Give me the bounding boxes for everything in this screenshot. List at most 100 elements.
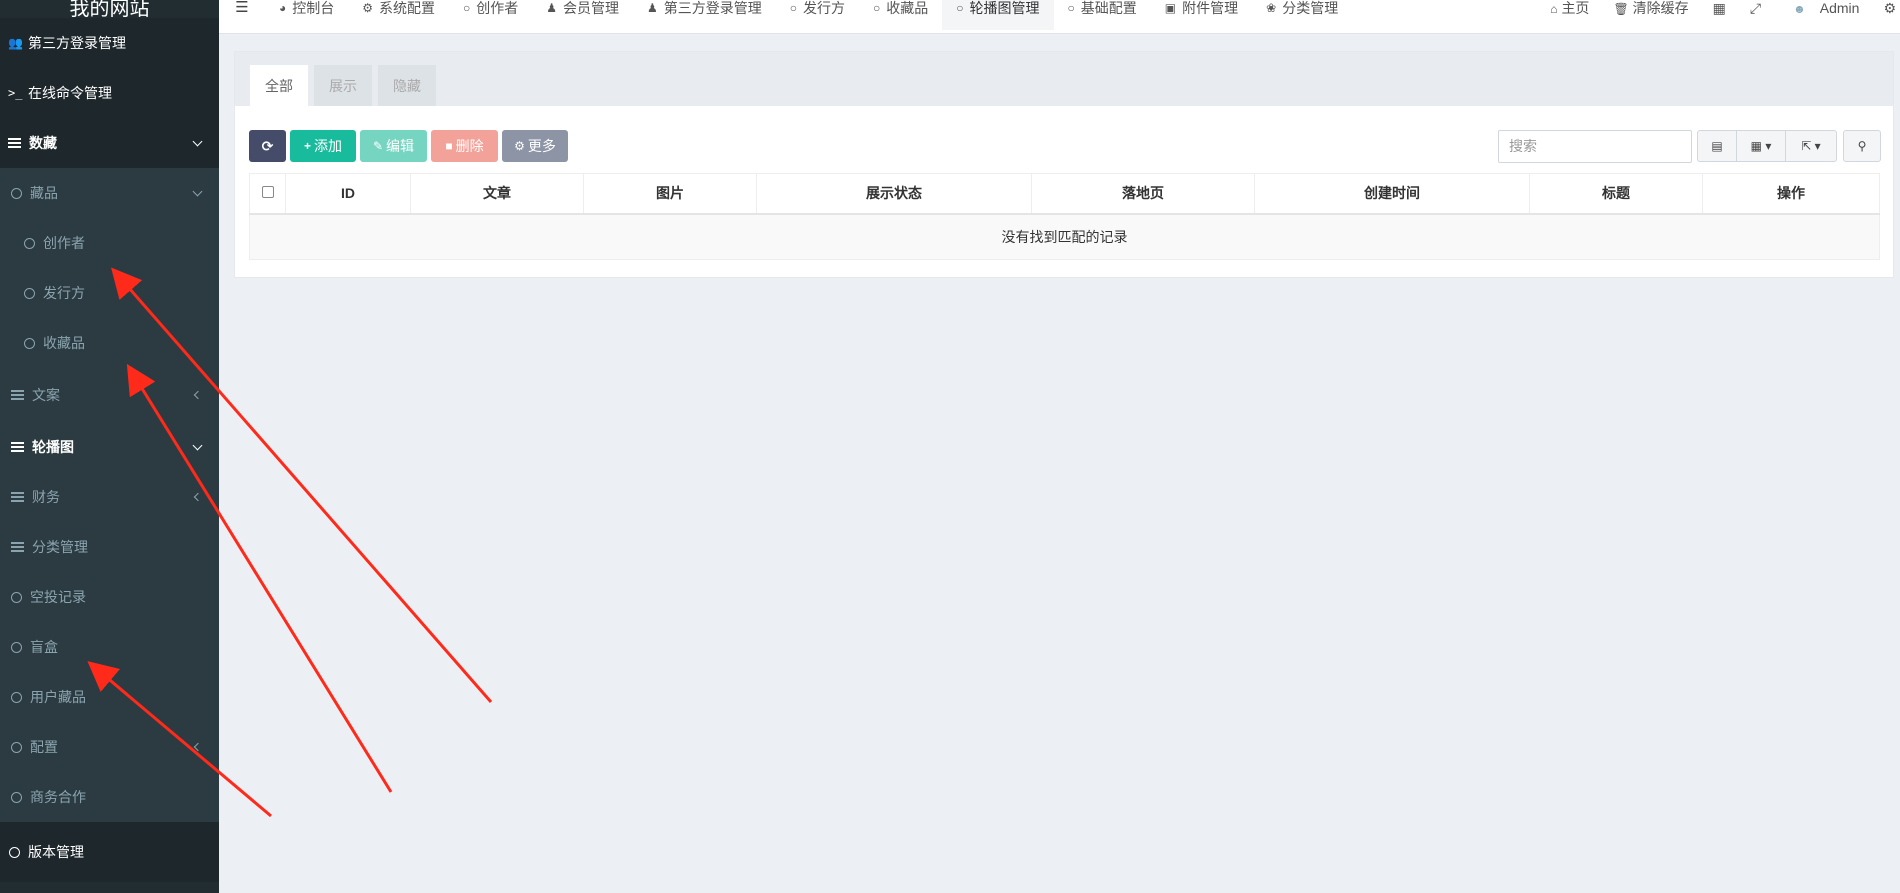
settings-gear-icon[interactable]: ⚙ bbox=[1871, 0, 1900, 16]
chevron-left-icon bbox=[195, 744, 201, 750]
add-button[interactable]: + 添加 bbox=[290, 130, 356, 162]
col-article[interactable]: 文章 bbox=[410, 173, 584, 215]
tab-third-party-login[interactable]: ♟ 第三方登录管理 bbox=[633, 0, 776, 30]
users-icon: ♟ bbox=[647, 0, 658, 15]
chevron-down-icon bbox=[194, 141, 201, 145]
list-icon bbox=[8, 138, 21, 148]
tab-member[interactable]: ♟ 会员管理 bbox=[532, 0, 633, 30]
user-menu[interactable]: ☻ Admin bbox=[1773, 0, 1871, 17]
tab-banner-management[interactable]: ○ 轮播图管理 bbox=[942, 0, 1054, 30]
tab-dashboard[interactable]: ◕ 控制台 bbox=[265, 0, 348, 30]
tab-all[interactable]: 全部 bbox=[250, 65, 308, 106]
circle-icon: ○ bbox=[873, 0, 881, 15]
sidebar-item-third-party-login[interactable]: 👥 第三方登录管理 bbox=[0, 18, 219, 68]
data-table: ID 文章 图片 展示状态 落地页 创建时间 标题 操作 没有找到匹配的记录 bbox=[249, 173, 1880, 260]
col-title[interactable]: 标题 bbox=[1529, 173, 1703, 215]
sidebar-item-creator[interactable]: 创作者 bbox=[0, 218, 219, 268]
fullscreen-icon[interactable]: ⤢ bbox=[1738, 0, 1773, 16]
search-icon[interactable]: ⚲ bbox=[1843, 130, 1881, 162]
sidebar-item-issuer[interactable]: 发行方 bbox=[0, 268, 219, 318]
sidebar-item-finance[interactable]: 财务 bbox=[0, 472, 219, 522]
gear-icon: ⚙ bbox=[362, 0, 374, 15]
sidebar-item-cangpin[interactable]: 藏品 bbox=[0, 168, 219, 218]
circle-icon bbox=[24, 337, 35, 349]
circle-icon bbox=[11, 591, 22, 603]
circle-icon bbox=[11, 741, 22, 753]
users-icon: 👥 bbox=[8, 36, 23, 50]
search-input[interactable]: 搜索 bbox=[1498, 130, 1692, 163]
image-icon: ▣ bbox=[1164, 0, 1177, 15]
sidebar-item-shucang[interactable]: 数藏 bbox=[0, 118, 219, 168]
sidebar-menu: 👥 第三方登录管理 >_ 在线命令管理 数藏 藏品 创作者 发行方 收藏品 文案… bbox=[0, 18, 219, 882]
tab-creator[interactable]: ○ 创作者 bbox=[449, 0, 532, 30]
edit-button[interactable]: ✎ 编辑 bbox=[360, 130, 427, 162]
refresh-button[interactable]: ⟳ bbox=[249, 130, 286, 162]
list-icon bbox=[11, 492, 24, 502]
tab-collectibles[interactable]: ○ 收藏品 bbox=[859, 0, 942, 30]
gear-icon: ⚙ bbox=[514, 139, 525, 153]
sidebar-item-copywriting[interactable]: 文案 bbox=[0, 368, 219, 422]
tab-system-config[interactable]: ⚙ 系统配置 bbox=[348, 0, 449, 30]
col-created[interactable]: 创建时间 bbox=[1254, 173, 1530, 215]
terminal-icon: >_ bbox=[8, 86, 23, 100]
toolbar: ⟳ + 添加 ✎ 编辑 ■ 删除 ⚙ 更多 bbox=[249, 130, 568, 162]
toggle-view-icon[interactable]: ▤ bbox=[1697, 130, 1737, 162]
list-icon bbox=[11, 442, 24, 452]
circle-icon bbox=[9, 846, 20, 858]
nav-tabs: ◕ 控制台 ⚙ 系统配置 ○ 创作者 ♟ 会员管理 ♟ 第三方登录管理 ○ 发行方 ○ 收藏品… bbox=[265, 0, 1352, 34]
circle-icon bbox=[11, 691, 22, 703]
circle-icon bbox=[11, 791, 22, 803]
trash-icon: ■ bbox=[445, 139, 453, 153]
columns-icon[interactable]: ▦ ▾ bbox=[1736, 130, 1786, 162]
user-icon: ♟ bbox=[546, 0, 558, 15]
select-all-checkbox[interactable] bbox=[249, 173, 286, 215]
sidebar-item-banner[interactable]: 轮播图 bbox=[0, 422, 219, 472]
tab-issuer[interactable]: ○ 发行方 bbox=[776, 0, 859, 30]
col-image[interactable]: 图片 bbox=[583, 173, 757, 215]
chevron-down-icon bbox=[194, 445, 201, 449]
circle-icon bbox=[24, 237, 35, 249]
trash-icon: 🗑 bbox=[1613, 1, 1629, 16]
sidebar-item-collectibles[interactable]: 收藏品 bbox=[0, 318, 219, 368]
circle-icon bbox=[11, 641, 22, 653]
empty-message: 没有找到匹配的记录 bbox=[249, 213, 1880, 260]
tab-basic-config[interactable]: ○ 基础配置 bbox=[1054, 0, 1151, 30]
col-landing[interactable]: 落地页 bbox=[1031, 173, 1255, 215]
chevron-left-icon bbox=[195, 494, 201, 500]
sidebar-item-user-collectibles[interactable]: 用户藏品 bbox=[0, 672, 219, 722]
sidebar-item-airdrop[interactable]: 空投记录 bbox=[0, 572, 219, 622]
sidebar-item-business[interactable]: 商务合作 bbox=[0, 772, 219, 822]
sidebar-item-config[interactable]: 配置 bbox=[0, 722, 219, 772]
chevron-down-icon bbox=[194, 191, 201, 195]
list-icon bbox=[11, 542, 24, 552]
circle-icon: ○ bbox=[956, 0, 964, 15]
avatar: ☻ bbox=[1793, 1, 1806, 16]
sidebar-item-category[interactable]: 分类管理 bbox=[0, 522, 219, 572]
tab-category[interactable]: ❀ 分类管理 bbox=[1252, 0, 1352, 30]
col-actions: 操作 bbox=[1702, 173, 1880, 215]
circle-icon bbox=[24, 287, 35, 299]
home-link[interactable]: ⌂ 主页 bbox=[1538, 0, 1601, 17]
list-icon bbox=[11, 390, 24, 400]
more-button[interactable]: ⚙ 更多 bbox=[502, 130, 568, 162]
circle-icon: ○ bbox=[789, 0, 798, 15]
tab-show[interactable]: 展示 bbox=[314, 65, 372, 106]
sidebar-item-version[interactable]: 版本管理 bbox=[0, 822, 219, 882]
pencil-icon: ✎ bbox=[372, 139, 384, 153]
export-icon[interactable]: ⇱ ▾ bbox=[1785, 130, 1837, 162]
delete-button[interactable]: ■ 删除 bbox=[431, 130, 498, 162]
tab-attachments[interactable]: ▣ 附件管理 bbox=[1151, 0, 1252, 30]
sidebar-item-online-command[interactable]: >_ 在线命令管理 bbox=[0, 68, 219, 118]
clear-cache-button[interactable]: 🗑 清除缓存 bbox=[1601, 0, 1700, 17]
home-icon: ⌂ bbox=[1550, 1, 1558, 16]
circle-icon: ○ bbox=[1067, 0, 1075, 15]
chevron-left-icon bbox=[195, 392, 201, 398]
checkbox[interactable] bbox=[261, 186, 274, 199]
col-status[interactable]: 展示状态 bbox=[756, 173, 1032, 215]
col-id[interactable]: ID bbox=[285, 173, 411, 215]
top-navbar: ☰ ◕ 控制台 ⚙ 系统配置 ○ 创作者 ♟ 会员管理 ♟ 第三方登录管理 ○ 发行方 ○ 收… bbox=[219, 0, 1900, 34]
menu-toggle-icon[interactable]: ☰ bbox=[219, 0, 265, 16]
language-icon[interactable]: ▦ bbox=[1701, 0, 1738, 16]
sidebar-item-blindbox[interactable]: 盲盒 bbox=[0, 622, 219, 672]
tab-hide[interactable]: 隐藏 bbox=[378, 65, 436, 106]
